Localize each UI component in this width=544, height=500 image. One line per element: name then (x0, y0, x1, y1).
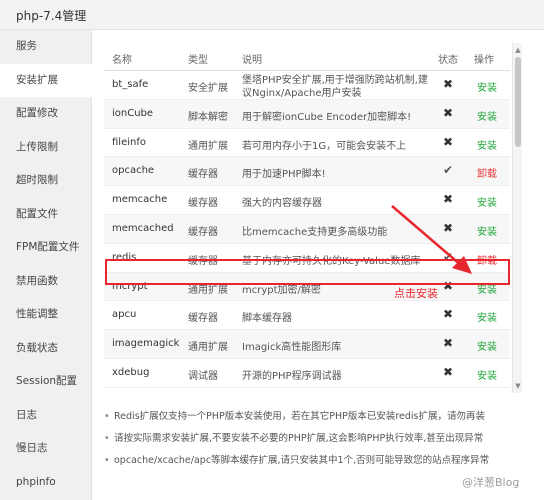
not-installed-icon: ✖ (442, 307, 454, 322)
table-row: apcu 缓存器 脚本缓存器 ✖ 安装 (104, 301, 510, 331)
sidebar-item-timeout-limit[interactable]: 超时限制 (0, 164, 92, 198)
row-name: imagemagick (112, 338, 180, 350)
bullet-icon: • (104, 455, 110, 466)
row-name: xdebug (112, 367, 150, 378)
table-row: xdebug 调试器 开源的PHP程序调试器 ✖ 安装 (104, 359, 510, 388)
table-row: ionCube 脚本解密 用于解密ionCube Encoder加密脚本! ✖ … (104, 99, 510, 129)
note-text: 请按实际需求安装扩展,不要安装不必要的PHP扩展,这会影响PHP执行效率,甚至出… (114, 433, 484, 444)
sidebar-item-load-status[interactable]: 负载状态 (0, 332, 92, 366)
note-text: Redis扩展仅支持一个PHP版本安装使用，若在其它PHP版本已安装redis扩… (114, 411, 486, 422)
row-type: 脚本解密 (188, 111, 228, 123)
row-type: 缓存器 (188, 227, 218, 238)
row-name: fileinfo (112, 136, 146, 148)
not-installed-icon: ✖ (442, 336, 454, 351)
installed-check-icon: ✔ (442, 163, 454, 178)
table-row: opcache 缓存器 用于加速PHP脚本! ✔ 卸载 (104, 157, 510, 187)
window-title: php-7.4管理 (16, 9, 87, 23)
note-text: opcache/xcache/apc等脚本缓存扩展,请只安装其中1个,否则可能导… (114, 455, 490, 466)
row-name: memcache (112, 194, 168, 206)
row-desc: 开源的PHP程序调试器 (242, 371, 342, 382)
table-row: imagemagick 通用扩展 Imagick高性能图形库 ✖ 安装 (104, 330, 510, 359)
window-titlebar: php-7.4管理 (0, 0, 544, 30)
sidebar-item-service[interactable]: 服务 (0, 30, 92, 64)
note-item: • 请按实际需求安装扩展,不要安装不必要的PHP扩展,这会影响PHP执行效率,甚至… (104, 430, 534, 444)
install-button[interactable]: 安装 (470, 309, 504, 324)
row-name: opcache (112, 165, 155, 177)
row-type: 调试器 (188, 371, 218, 382)
row-desc: 脚本缓存器 (242, 313, 292, 325)
row-desc: 堡塔PHP安全扩展,用于增强防跨站机制,建议Nginx/Apache用户安装 (242, 75, 428, 99)
scroll-up-arrow-icon[interactable]: ▲ (514, 45, 522, 55)
row-desc: 用于加速PHP脚本! (242, 169, 326, 181)
row-type: 缓存器 (188, 313, 218, 325)
sidebar-item-phpinfo[interactable]: phpinfo (0, 466, 92, 500)
sidebar-item-log[interactable]: 日志 (0, 399, 92, 433)
sidebar: 服务 安装扩展 配置修改 上传限制 超时限制 配置文件 FPM配置文件 禁用函数… (0, 30, 92, 500)
install-button[interactable]: 安装 (470, 338, 504, 353)
install-button[interactable]: 安装 (470, 79, 504, 94)
sidebar-item-upload-limit[interactable]: 上传限制 (0, 131, 92, 165)
not-installed-icon: ✖ (442, 134, 454, 149)
not-installed-icon: ✖ (442, 77, 454, 91)
sidebar-item-session-config[interactable]: Session配置 (0, 365, 92, 399)
watermark: @洋葱Blog (462, 476, 520, 489)
bullet-icon: • (104, 433, 110, 444)
note-item: • Redis扩展仅支持一个PHP版本安装使用，若在其它PHP版本已安装redis… (104, 408, 534, 422)
row-name: apcu (112, 309, 137, 321)
scroll-down-arrow-icon[interactable]: ▼ (514, 381, 522, 391)
uninstall-button[interactable]: 卸载 (470, 165, 504, 180)
column-header-type: 类型 (188, 55, 208, 66)
click-install-annotation: 点击安装 (394, 287, 438, 300)
scroll-thumb[interactable] (515, 57, 521, 147)
row-desc: 若可用内存小于1G，可能会安装不上 (242, 140, 407, 152)
column-header-name: 名称 (112, 55, 132, 66)
column-header-op: 操作 (474, 55, 494, 66)
row-type: 缓存器 (188, 198, 218, 210)
row-desc: Imagick高性能图形库 (242, 342, 342, 354)
row-type: 安全扩展 (188, 83, 228, 94)
sidebar-item-config-file[interactable]: 配置文件 (0, 198, 92, 232)
table-row: fileinfo 通用扩展 若可用内存小于1G，可能会安装不上 ✖ 安装 (104, 129, 510, 158)
note-item: • opcache/xcache/apc等脚本缓存扩展,请只安装其中1个,否则可能… (104, 452, 534, 466)
bullet-icon: • (104, 411, 110, 422)
row-desc: 用于解密ionCube Encoder加密脚本! (242, 111, 412, 123)
red-arrow-icon (391, 205, 472, 274)
install-button[interactable]: 安装 (470, 137, 504, 152)
table-header: 名称 类型 说明 状态 操作 (104, 43, 510, 71)
row-type: 通用扩展 (188, 342, 228, 354)
column-header-status: 状态 (438, 55, 458, 66)
row-name: ionCube (112, 107, 154, 119)
column-header-desc: 说明 (242, 55, 262, 66)
row-name: bt_safe (112, 79, 149, 90)
not-installed-icon: ✖ (442, 365, 454, 379)
sidebar-item-disabled-functions[interactable]: 禁用函数 (0, 265, 92, 299)
sidebar-item-slow-log[interactable]: 慢日志 (0, 432, 92, 466)
not-installed-icon: ✖ (442, 105, 454, 120)
install-button[interactable]: 安装 (470, 367, 504, 382)
table-row: bt_safe 安全扩展 堡塔PHP安全扩展,用于增强防跨站机制,建议Nginx… (104, 71, 510, 100)
row-name: memcached (112, 223, 174, 234)
table-scrollbar[interactable]: ▲ ▼ (512, 43, 522, 393)
row-type: 通用扩展 (188, 140, 228, 152)
sidebar-item-config-edit[interactable]: 配置修改 (0, 97, 92, 131)
row-type: 缓存器 (188, 169, 218, 181)
sidebar-item-install-extension[interactable]: 安装扩展 (0, 63, 92, 97)
sidebar-item-fpm-config[interactable]: FPM配置文件 (0, 231, 92, 265)
install-button[interactable]: 安装 (470, 108, 504, 123)
sidebar-item-performance[interactable]: 性能调整 (0, 298, 92, 332)
